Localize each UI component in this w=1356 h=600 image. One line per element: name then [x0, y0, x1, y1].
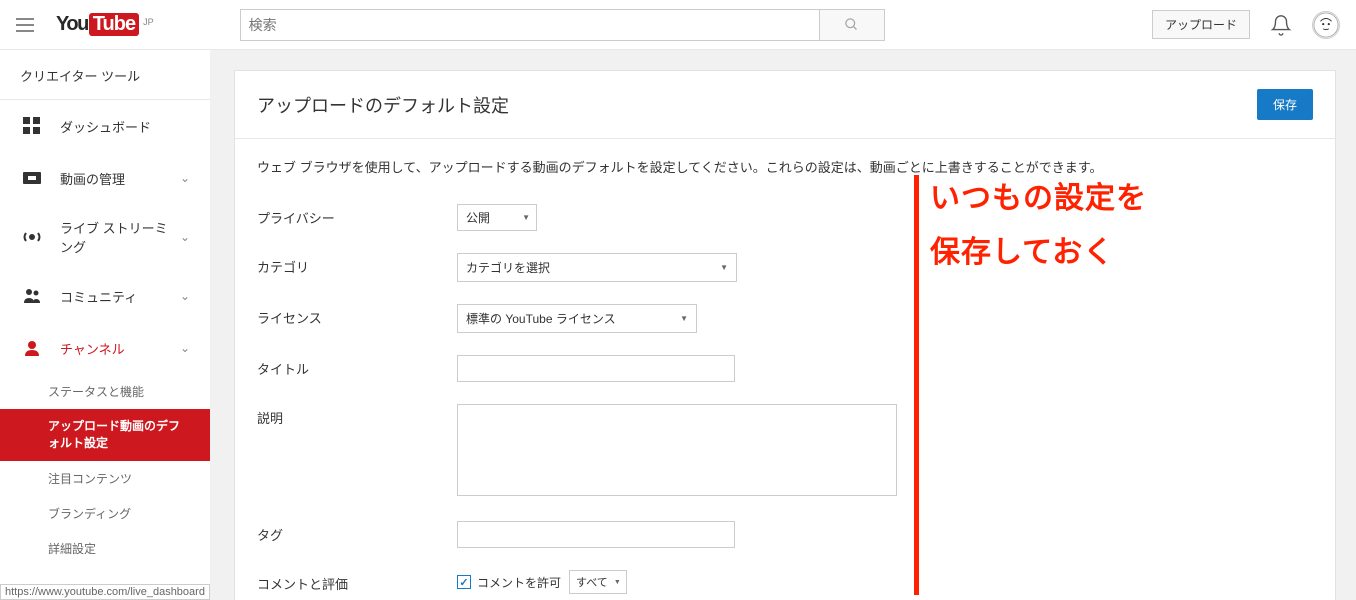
search-wrap: [240, 9, 885, 41]
row-license: ライセンス 標準の YouTube ライセンス: [257, 304, 1313, 333]
nav-label: コミュニティ: [60, 287, 180, 306]
license-select[interactable]: 標準の YouTube ライセンス: [457, 304, 697, 333]
nav-label: ライブ ストリーミング: [60, 218, 180, 256]
sidebar-title: クリエイター ツール: [0, 50, 210, 100]
sidebar-item-community[interactable]: コミュニティ ⌄: [0, 270, 210, 322]
chevron-down-icon: ⌄: [180, 230, 190, 244]
category-select[interactable]: カテゴリを選択: [457, 253, 737, 282]
community-icon: [20, 284, 44, 308]
title-label: タイトル: [257, 355, 457, 378]
allow-comments-checkbox[interactable]: [457, 575, 471, 589]
comments-scope-select[interactable]: すべて: [569, 570, 627, 594]
row-title: タイトル: [257, 355, 1313, 382]
allow-comments-row: コメントを許可 すべて: [457, 570, 897, 594]
bell-icon[interactable]: [1270, 14, 1292, 36]
sidebar-item-dashboard[interactable]: ダッシュボード: [0, 100, 210, 152]
search-icon: [844, 17, 859, 32]
row-comments: コメントと評価 コメントを許可 すべて この動画の評価をユーザーに表示する: [257, 570, 1313, 600]
channel-icon: [20, 336, 44, 360]
subitem-advanced[interactable]: 詳細設定: [0, 531, 210, 566]
video-icon: [20, 166, 44, 190]
tags-input[interactable]: [457, 521, 735, 548]
row-description: 説明: [257, 404, 1313, 499]
page-title: アップロードのデフォルト設定: [257, 92, 509, 118]
chevron-down-icon: ⌄: [180, 341, 190, 355]
main-wrap: クリエイター ツール ダッシュボード 動画の管理 ⌄ ライブ ストリーミング ⌄…: [0, 50, 1356, 600]
description-textarea[interactable]: [457, 404, 897, 496]
chevron-down-icon: ⌄: [180, 171, 190, 185]
subitem-upload-defaults[interactable]: アップロード動画のデフォルト設定: [0, 409, 210, 461]
settings-card: アップロードのデフォルト設定 保存 ウェブ ブラウザを使用して、アップロードする…: [234, 70, 1336, 600]
chevron-down-icon: ⌄: [180, 289, 190, 303]
description-label: 説明: [257, 404, 457, 427]
allow-comments-label: コメントを許可: [477, 574, 561, 591]
hamburger-menu-icon[interactable]: [16, 13, 40, 37]
subitem-status[interactable]: ステータスと機能: [0, 374, 210, 409]
logo-tube: Tube: [89, 13, 139, 36]
save-button[interactable]: 保存: [1257, 89, 1313, 120]
card-body: ウェブ ブラウザを使用して、アップロードする動画のデフォルトを設定してください。…: [235, 139, 1335, 600]
privacy-select[interactable]: 公開: [457, 204, 537, 231]
search-button[interactable]: [820, 9, 885, 41]
comments-label: コメントと評価: [257, 570, 457, 593]
youtube-logo[interactable]: You Tube JP: [56, 13, 154, 36]
annotation-text: いつもの設定を 保存しておく: [930, 172, 1147, 280]
row-privacy: プライバシー 公開: [257, 204, 1313, 231]
row-tags: タグ: [257, 521, 1313, 548]
avatar[interactable]: [1312, 11, 1340, 39]
row-category: カテゴリ カテゴリを選択: [257, 253, 1313, 282]
nav-label: 動画の管理: [60, 169, 180, 188]
content: アップロードのデフォルト設定 保存 ウェブ ブラウザを使用して、アップロードする…: [210, 50, 1356, 600]
sidebar-item-videos[interactable]: 動画の管理 ⌄: [0, 152, 210, 204]
license-label: ライセンス: [257, 304, 457, 327]
privacy-label: プライバシー: [257, 204, 457, 227]
header: You Tube JP アップロード: [0, 0, 1356, 50]
description-text: ウェブ ブラウザを使用して、アップロードする動画のデフォルトを設定してください。…: [257, 157, 1313, 176]
subitem-branding[interactable]: ブランディング: [0, 496, 210, 531]
sidebar-item-live[interactable]: ライブ ストリーミング ⌄: [0, 204, 210, 270]
logo-jp: JP: [143, 17, 154, 27]
header-right: アップロード: [1152, 10, 1340, 39]
subitem-featured[interactable]: 注目コンテンツ: [0, 461, 210, 496]
card-header: アップロードのデフォルト設定 保存: [235, 71, 1335, 139]
live-icon: [20, 225, 44, 249]
category-label: カテゴリ: [257, 253, 457, 276]
sidebar-item-channel[interactable]: チャンネル ⌄: [0, 322, 210, 374]
logo-you: You: [56, 13, 88, 36]
nav-label: ダッシュボード: [60, 117, 190, 136]
status-bar-url: https://www.youtube.com/live_dashboard: [0, 584, 210, 600]
search-input[interactable]: [240, 9, 820, 41]
tags-label: タグ: [257, 521, 457, 544]
annotation-line: [914, 175, 919, 595]
title-input[interactable]: [457, 355, 735, 382]
dashboard-icon: [20, 114, 44, 138]
nav-label: チャンネル: [60, 339, 180, 358]
sidebar: クリエイター ツール ダッシュボード 動画の管理 ⌄ ライブ ストリーミング ⌄…: [0, 50, 210, 600]
upload-button[interactable]: アップロード: [1152, 10, 1250, 39]
